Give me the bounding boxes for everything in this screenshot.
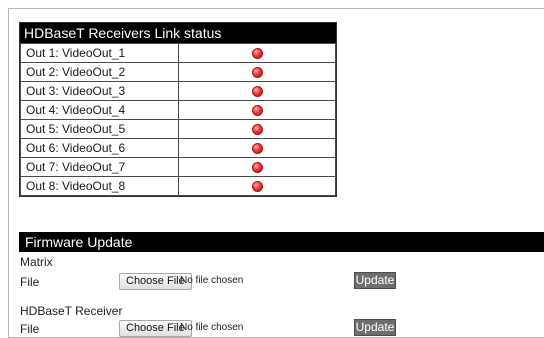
output-name: Out 8: VideoOut_8	[20, 176, 179, 196]
output-name: Out 4: VideoOut_4	[20, 100, 179, 120]
output-status	[178, 119, 336, 139]
output-name: Out 2: VideoOut_2	[20, 62, 179, 82]
output-name: Out 7: VideoOut_7	[20, 157, 179, 177]
output-status	[178, 157, 336, 177]
status-led-icon	[251, 105, 263, 117]
status-led-icon	[251, 67, 263, 79]
link-status-table: Out 1: VideoOut_1 Out 2: VideoOut_2 Out …	[20, 43, 336, 196]
table-row: Out 2: VideoOut_2	[20, 62, 336, 82]
output-name: Out 6: VideoOut_6	[20, 138, 179, 158]
status-led-icon	[251, 162, 263, 174]
status-led-icon	[251, 86, 263, 98]
receiver-file-label: File	[20, 322, 40, 336]
output-status	[178, 43, 336, 63]
matrix-section-title: Matrix	[20, 255, 53, 269]
receiver-section-title: HDBaseT Receiver	[20, 304, 123, 318]
link-status-title: HDBaseT Receivers Link status	[20, 23, 336, 43]
status-led-icon	[251, 143, 263, 155]
output-status	[178, 176, 336, 196]
table-row: Out 6: VideoOut_6	[20, 138, 336, 158]
output-status	[178, 62, 336, 82]
firmware-update-title: Firmware Update	[19, 232, 544, 252]
table-row: Out 5: VideoOut_5	[20, 119, 336, 139]
matrix-update-button[interactable]: Update	[354, 272, 396, 289]
table-row: Out 8: VideoOut_8	[20, 176, 336, 196]
output-name: Out 5: VideoOut_5	[20, 119, 179, 139]
table-row: Out 1: VideoOut_1	[20, 43, 336, 63]
table-row: Out 3: VideoOut_3	[20, 81, 336, 101]
matrix-file-label: File	[20, 275, 40, 289]
link-status-panel: HDBaseT Receivers Link status Out 1: Vid…	[19, 22, 337, 197]
receiver-file-status: No file chosen	[180, 322, 244, 333]
output-status	[178, 100, 336, 120]
status-led-icon	[251, 124, 263, 136]
table-row: Out 4: VideoOut_4	[20, 100, 336, 120]
matrix-file-status: No file chosen	[180, 275, 244, 286]
status-led-icon	[251, 181, 263, 193]
output-status	[178, 81, 336, 101]
output-status	[178, 138, 336, 158]
output-name: Out 1: VideoOut_1	[20, 43, 179, 63]
output-name: Out 3: VideoOut_3	[20, 81, 179, 101]
status-led-icon	[251, 48, 263, 60]
receiver-update-button[interactable]: Update	[354, 319, 396, 336]
table-row: Out 7: VideoOut_7	[20, 157, 336, 177]
